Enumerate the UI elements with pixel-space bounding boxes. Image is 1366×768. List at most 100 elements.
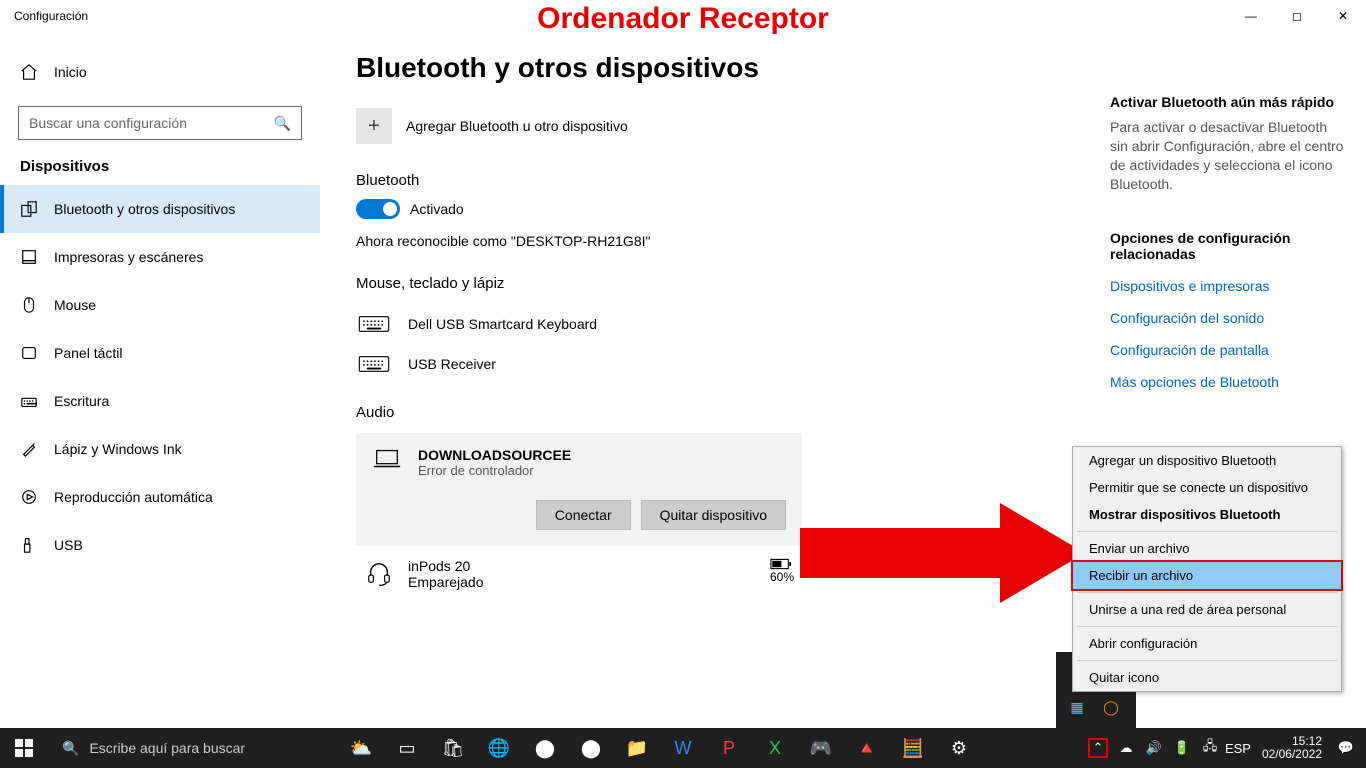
bluetooth-context-menu: Agregar un dispositivo BluetoothPermitir… [1072,446,1342,692]
nav-label: Lápiz y Windows Ink [54,441,182,457]
nav-icon [20,344,38,362]
nav-label: Panel táctil [54,345,122,361]
app-misc1[interactable]: 🎮 [798,728,844,768]
app-word[interactable]: W [660,728,706,768]
search-icon: 🔍 [62,740,79,757]
bluetooth-state: Activado [410,201,464,217]
device-label: USB Receiver [408,356,496,372]
nav-item-6[interactable]: Reproducción automática [0,473,320,521]
link-sound-config[interactable]: Configuración del sonido [1110,310,1346,326]
tip-heading: Activar Bluetooth aún más rápido [1110,94,1346,110]
context-menu-item[interactable]: Mostrar dispositivos Bluetooth [1073,501,1341,528]
app-settings[interactable]: ⚙ [936,728,982,768]
nav-icon [20,296,38,314]
settings-search[interactable]: Buscar una configuración 🔍 [18,106,302,140]
nav-icon [20,440,38,458]
app-chrome[interactable]: ⬤ [522,728,568,768]
volume-icon[interactable]: 🔊 [1144,738,1164,758]
menu-separator [1077,660,1337,661]
start-button[interactable] [0,728,48,768]
discoverable-text: Ahora reconocible como "DESKTOP-RH21G8I" [356,233,1064,249]
app-store[interactable]: 🛍 [430,728,476,768]
nav-item-1[interactable]: Impresoras y escáneres [0,233,320,281]
nav-icon [20,536,38,554]
nav-item-3[interactable]: Panel táctil [0,329,320,377]
minimize-button[interactable]: ― [1228,0,1274,32]
tray-chevron-icon[interactable]: ⌃ [1088,738,1108,758]
menu-separator [1077,592,1337,593]
onedrive-icon[interactable]: ☁ [1116,738,1136,758]
context-menu-item[interactable]: Quitar icono [1073,664,1341,691]
keyboard-icon [356,352,392,376]
nav-icon [20,488,38,506]
main-content: Bluetooth y otros dispositivos + Agregar… [320,32,1100,728]
context-menu-item[interactable]: Abrir configuración [1073,630,1341,657]
nav-icon [20,392,38,410]
network-icon[interactable]: 🖧 [1200,738,1220,758]
nav-item-7[interactable]: USB [0,521,320,569]
nav-icon [20,200,38,218]
plus-icon: + [356,108,392,144]
titlebar: Configuración ― ◻ ✕ [0,0,1366,32]
context-menu-item[interactable]: Recibir un archivo [1071,560,1343,591]
maximize-button[interactable]: ◻ [1274,0,1320,32]
laptop-icon [372,447,402,478]
app-calculator[interactable]: 🧮 [890,728,936,768]
bluetooth-label: Bluetooth [356,172,1064,189]
link-more-bluetooth[interactable]: Más opciones de Bluetooth [1110,374,1346,390]
headset-icon [366,561,392,587]
add-device-label: Agregar Bluetooth u otro dispositivo [406,118,628,134]
context-menu-item[interactable]: Permitir que se conecte un dispositivo [1073,474,1341,501]
nav-item-5[interactable]: Lápiz y Windows Ink [0,425,320,473]
audio-header: Audio [356,404,1064,421]
taskbar-clock[interactable]: 15:12 02/06/2022 [1256,735,1328,761]
add-device-row[interactable]: + Agregar Bluetooth u otro dispositivo [356,108,1064,144]
category-header: Dispositivos [0,158,320,185]
link-devices-printers[interactable]: Dispositivos e impresoras [1110,278,1346,294]
taskbar: 🔍 Escribe aquí para buscar ⛅ ▭ 🛍 🌐 ⬤ ⬤ 📁… [0,728,1366,768]
app-misc2[interactable]: 🔺 [844,728,890,768]
app-edge[interactable]: 🌐 [476,728,522,768]
app-explorer[interactable]: 📁 [614,728,660,768]
app-weather[interactable]: ⛅ [338,728,384,768]
context-menu-item[interactable]: Unirse a una red de área personal [1073,596,1341,623]
context-menu-item[interactable]: Enviar un archivo [1073,535,1341,562]
keyboard-icon [356,312,392,336]
related-heading: Opciones de configuración relacionadas [1110,230,1346,262]
window-title: Configuración [0,9,88,23]
close-button[interactable]: ✕ [1320,0,1366,32]
menu-separator [1077,531,1337,532]
language-indicator[interactable]: ESP [1228,738,1248,758]
notifications-icon[interactable]: 💬 [1336,738,1356,758]
app-chrome-canary[interactable]: ⬤ [568,728,614,768]
tray-icon[interactable]: ▦ [1062,692,1092,722]
tray-icon[interactable]: ◯ [1096,692,1126,722]
nav-item-4[interactable]: Escritura [0,377,320,425]
nav-item-0[interactable]: Bluetooth y otros dispositivos [0,185,320,233]
link-display-config[interactable]: Configuración de pantalla [1110,342,1346,358]
search-icon: 🔍 [274,115,291,132]
nav-label: Bluetooth y otros dispositivos [54,201,235,217]
nav-icon [20,248,38,266]
nav-label: Escritura [54,393,109,409]
taskbar-date: 02/06/2022 [1262,748,1322,761]
audio-device-status: Error de controlador [418,463,571,478]
app-powerpoint[interactable]: P [706,728,752,768]
battery-icon[interactable]: 🔋 [1172,738,1192,758]
nav-item-2[interactable]: Mouse [0,281,320,329]
taskbar-search[interactable]: 🔍 Escribe aquí para buscar [48,728,338,768]
nav-label: Impresoras y escáneres [54,249,203,265]
audio-device-inpods[interactable]: inPods 20 Emparejado 60% [356,546,802,590]
app-taskview[interactable]: ▭ [384,728,430,768]
annotation-arrow [800,498,1090,608]
device-usb-receiver[interactable]: USB Receiver [356,344,1064,384]
audio-device-card[interactable]: DOWNLOADSOURCEE Error de controlador Con… [356,433,802,546]
connect-button[interactable]: Conectar [536,500,631,530]
bluetooth-toggle[interactable] [356,199,400,219]
home-button[interactable]: Inicio [0,52,320,92]
remove-device-button[interactable]: Quitar dispositivo [641,500,786,530]
context-menu-item[interactable]: Agregar un dispositivo Bluetooth [1073,447,1341,474]
device-keyboard[interactable]: Dell USB Smartcard Keyboard [356,304,1064,344]
app-excel[interactable]: X [752,728,798,768]
home-label: Inicio [54,64,87,80]
